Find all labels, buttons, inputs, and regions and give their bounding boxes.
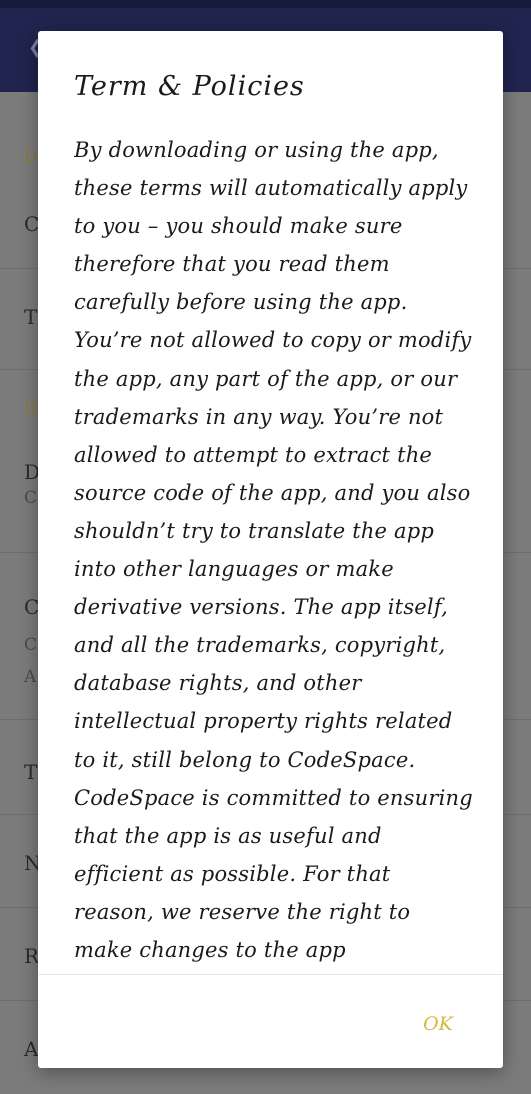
list-item-letter: C (24, 488, 38, 508)
dialog-divider (38, 974, 503, 975)
list-item-letter: A (24, 1037, 39, 1061)
list-item-letter: D (24, 147, 38, 167)
list-item-letter: A (24, 667, 37, 687)
status-bar (0, 0, 531, 8)
terms-dialog: Term & Policies By downloading or using … (38, 31, 503, 1068)
ok-button[interactable]: OK (408, 1006, 468, 1042)
list-item-letter: C (24, 635, 38, 655)
dialog-title: Term & Policies (74, 71, 305, 102)
dialog-body-text[interactable]: By downloading or using the app, these t… (74, 131, 474, 973)
list-item-letter: R (24, 944, 40, 968)
list-item-letter: O (24, 398, 38, 418)
list-item-letter: T (24, 760, 38, 784)
list-item-letter: T (24, 305, 38, 329)
